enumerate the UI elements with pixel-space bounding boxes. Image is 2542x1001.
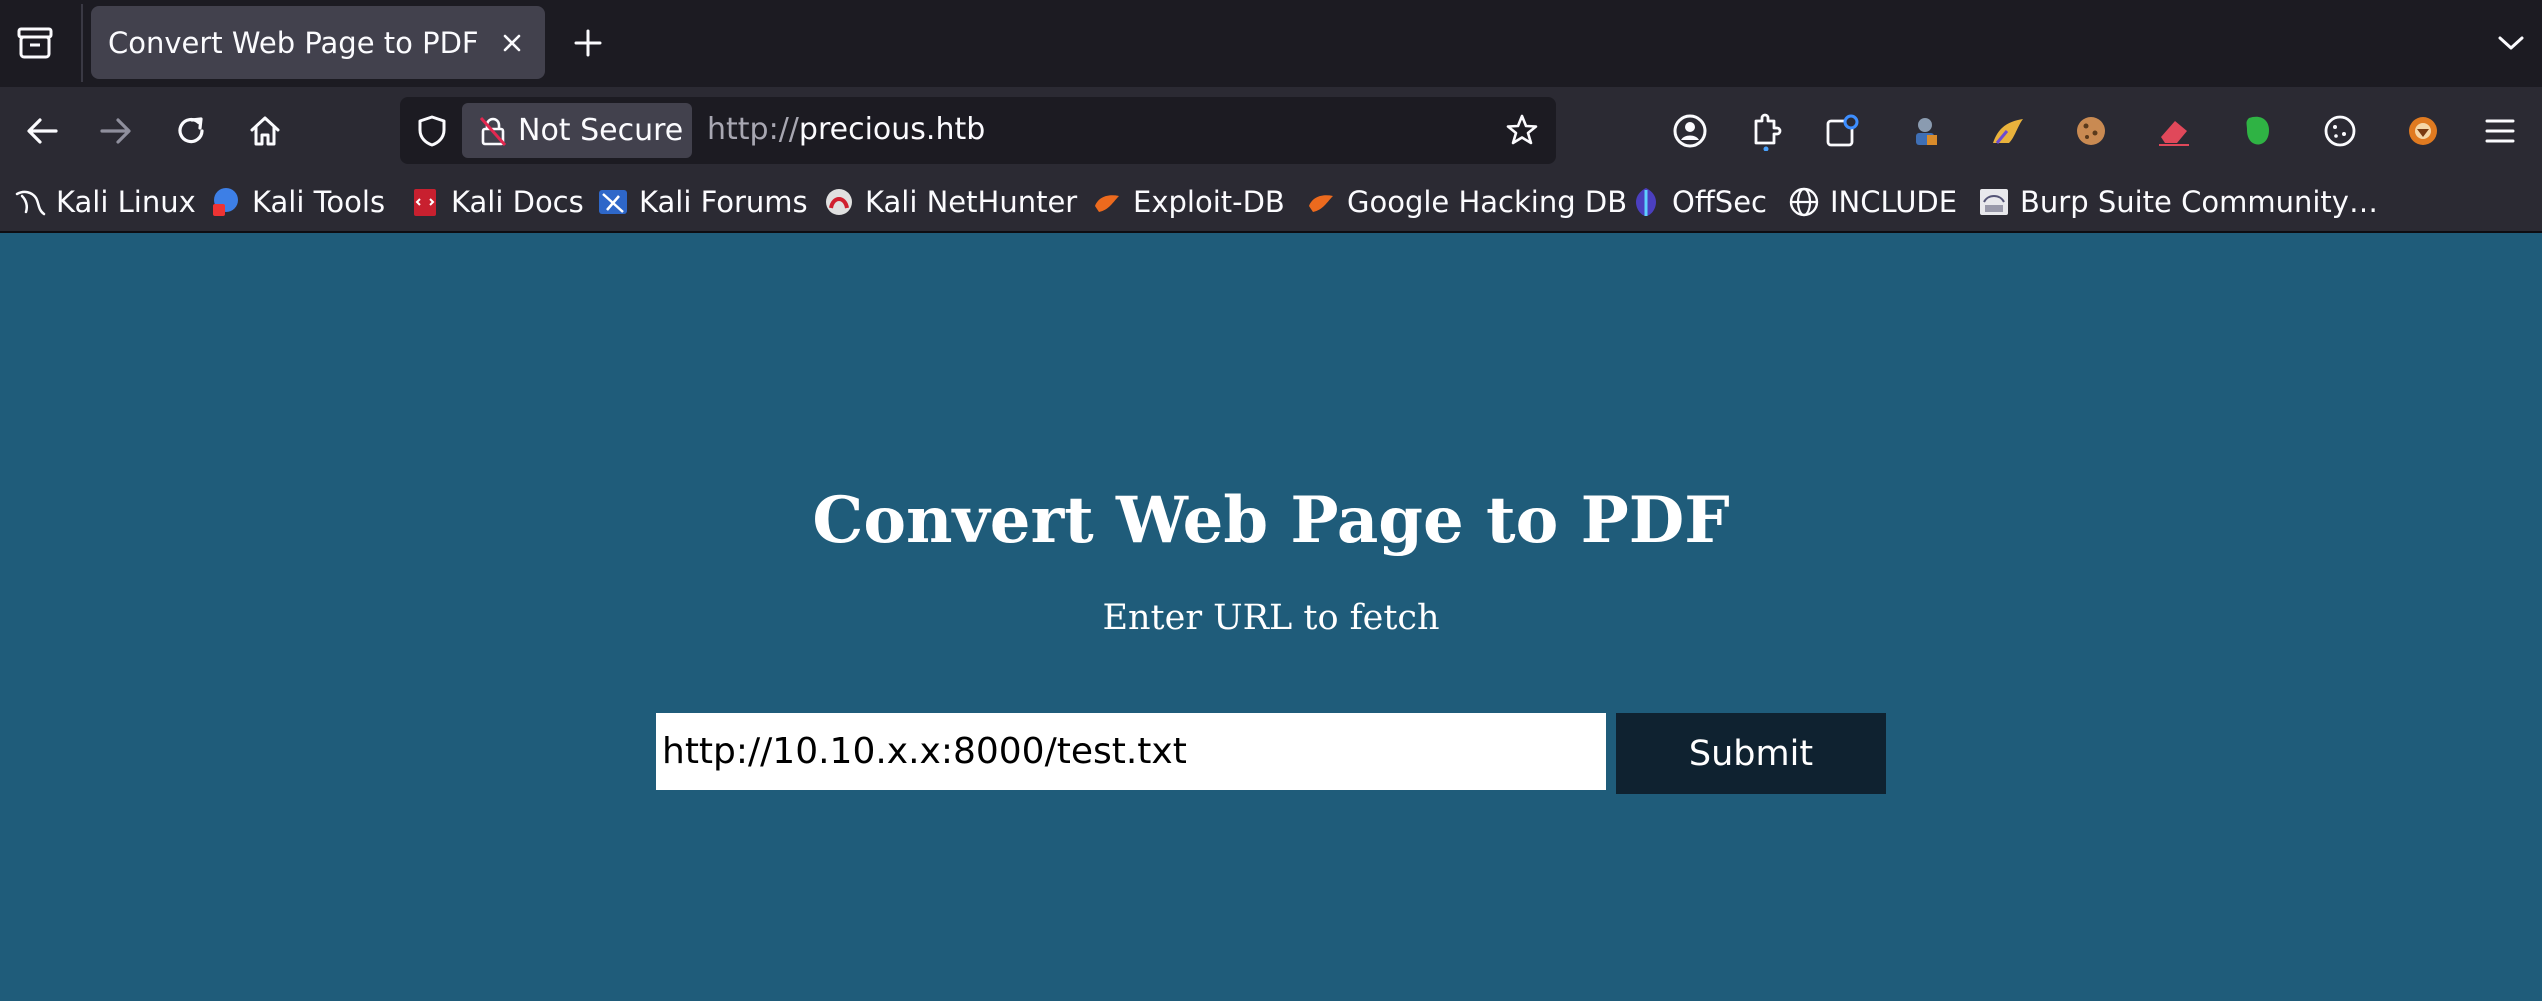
- tracking-protection-button[interactable]: [412, 111, 452, 151]
- shield-icon: [418, 115, 446, 147]
- kali-tools-icon: [210, 186, 242, 218]
- firefox-view-icon: [17, 27, 53, 59]
- bookmark-label: Exploit-DB: [1133, 185, 1285, 219]
- tab-close-button[interactable]: [493, 24, 531, 62]
- url-input[interactable]: [656, 713, 1606, 790]
- frame-search-icon: [1826, 114, 1859, 147]
- bookmark-burp-suite[interactable]: Burp Suite Community…: [1978, 180, 2378, 224]
- page-content: Convert Web Page to PDF Enter URL to fet…: [0, 233, 2542, 1001]
- eraser-icon: [2159, 121, 2189, 146]
- cookie-outline-icon: [2324, 115, 2356, 147]
- puzzle-icon: [1754, 113, 1782, 151]
- extension-button-8[interactable]: [2399, 107, 2447, 155]
- navigation-toolbar: Not Secure http://precious.htb: [0, 87, 2542, 174]
- star-icon: [1506, 114, 1538, 145]
- cookie-icon: [2077, 117, 2105, 145]
- bookmark-kali-linux[interactable]: Kali Linux: [14, 180, 196, 224]
- burp-icon: [1978, 186, 2010, 218]
- chevron-down-icon: [2498, 36, 2524, 50]
- kali-forums-icon: [597, 186, 629, 218]
- extension-button-6[interactable]: [2233, 107, 2281, 155]
- bookmark-google-hacking-db[interactable]: Google Hacking DB: [1305, 180, 1627, 224]
- bookmark-kali-forums[interactable]: Kali Forums: [597, 180, 808, 224]
- bookmarks-toolbar: Kali Linux Kali Tools Kali Docs Kali For…: [0, 174, 2542, 233]
- home-button[interactable]: [239, 105, 291, 157]
- bookmark-kali-tools[interactable]: Kali Tools: [210, 180, 385, 224]
- page-title: Convert Web Page to PDF: [812, 483, 1730, 558]
- bookmark-kali-nethunter[interactable]: Kali NetHunter: [823, 180, 1077, 224]
- tab-separator: [81, 4, 83, 82]
- bookmark-kali-docs[interactable]: Kali Docs: [409, 180, 584, 224]
- list-all-tabs-button[interactable]: [2490, 22, 2532, 64]
- exploit-db-icon: [1091, 186, 1123, 218]
- arrow-right-icon: [100, 118, 131, 144]
- bookmark-label: Kali NetHunter: [865, 185, 1078, 219]
- evernote-icon: [2246, 116, 2269, 145]
- foxyproxy-icon: [2409, 117, 2437, 145]
- extensions-button[interactable]: [1742, 107, 1790, 155]
- reload-button[interactable]: [165, 105, 217, 157]
- bookmark-offsec[interactable]: OffSec: [1630, 180, 1767, 224]
- bookmark-label: Kali Linux: [56, 185, 196, 219]
- hamburger-menu-icon: [2485, 119, 2515, 143]
- wappalyzer-icon: [1993, 119, 2023, 144]
- insecure-lock-icon: [476, 114, 510, 148]
- bookmark-label: Kali Forums: [639, 185, 808, 219]
- bookmark-label: INCLUDE: [1830, 185, 1958, 219]
- url-text[interactable]: http://precious.htb: [707, 112, 985, 147]
- tab-strip: Convert Web Page to PDF: [0, 0, 2542, 87]
- submit-button[interactable]: Submit: [1616, 713, 1886, 794]
- nethunter-icon: [823, 186, 855, 218]
- account-button[interactable]: [1666, 107, 1714, 155]
- bookmark-label: Kali Tools: [252, 185, 386, 219]
- forward-button[interactable]: [90, 105, 142, 157]
- url-bar[interactable]: Not Secure http://precious.htb: [400, 97, 1556, 164]
- bookmark-exploit-db[interactable]: Exploit-DB: [1091, 180, 1285, 224]
- bookmark-label: Kali Docs: [451, 185, 584, 219]
- extension-button-4[interactable]: [2067, 107, 2115, 155]
- url-scheme: http://: [707, 112, 799, 147]
- site-security-button[interactable]: Not Secure: [462, 103, 692, 158]
- plus-icon: [574, 29, 602, 57]
- arrow-left-icon: [27, 118, 58, 144]
- tab-active[interactable]: Convert Web Page to PDF: [91, 6, 545, 79]
- page-subtitle: Enter URL to fetch: [1102, 598, 1440, 638]
- ghdb-icon: [1305, 186, 1337, 218]
- firefox-view-button[interactable]: [14, 22, 56, 64]
- close-icon: [503, 34, 521, 52]
- account-icon: [1673, 114, 1707, 148]
- back-button[interactable]: [16, 105, 68, 157]
- reload-icon: [178, 117, 204, 144]
- bookmark-star-button[interactable]: [1502, 110, 1542, 150]
- bookmark-label: OffSec: [1672, 185, 1768, 219]
- extension-button-1[interactable]: [1818, 107, 1866, 155]
- spy-agent-icon: [1916, 118, 1937, 145]
- tab-title: Convert Web Page to PDF: [108, 25, 479, 60]
- url-host: precious.htb: [798, 112, 986, 147]
- extension-button-7[interactable]: [2316, 107, 2364, 155]
- extension-button-5[interactable]: [2150, 107, 2198, 155]
- bookmark-include[interactable]: INCLUDE: [1788, 180, 1957, 224]
- kali-docs-icon: [409, 186, 441, 218]
- kali-dragon-icon: [14, 186, 46, 218]
- new-tab-button[interactable]: [567, 22, 609, 64]
- extension-button-2[interactable]: [1901, 107, 1949, 155]
- bookmark-label: Google Hacking DB: [1347, 185, 1628, 219]
- offsec-icon: [1630, 186, 1662, 218]
- not-secure-label: Not Secure: [518, 113, 684, 148]
- app-menu-button[interactable]: [2476, 107, 2524, 155]
- globe-icon: [1788, 186, 1820, 218]
- bookmark-label: Burp Suite Community…: [2020, 185, 2378, 219]
- extension-button-3[interactable]: [1984, 107, 2032, 155]
- home-icon: [250, 116, 280, 146]
